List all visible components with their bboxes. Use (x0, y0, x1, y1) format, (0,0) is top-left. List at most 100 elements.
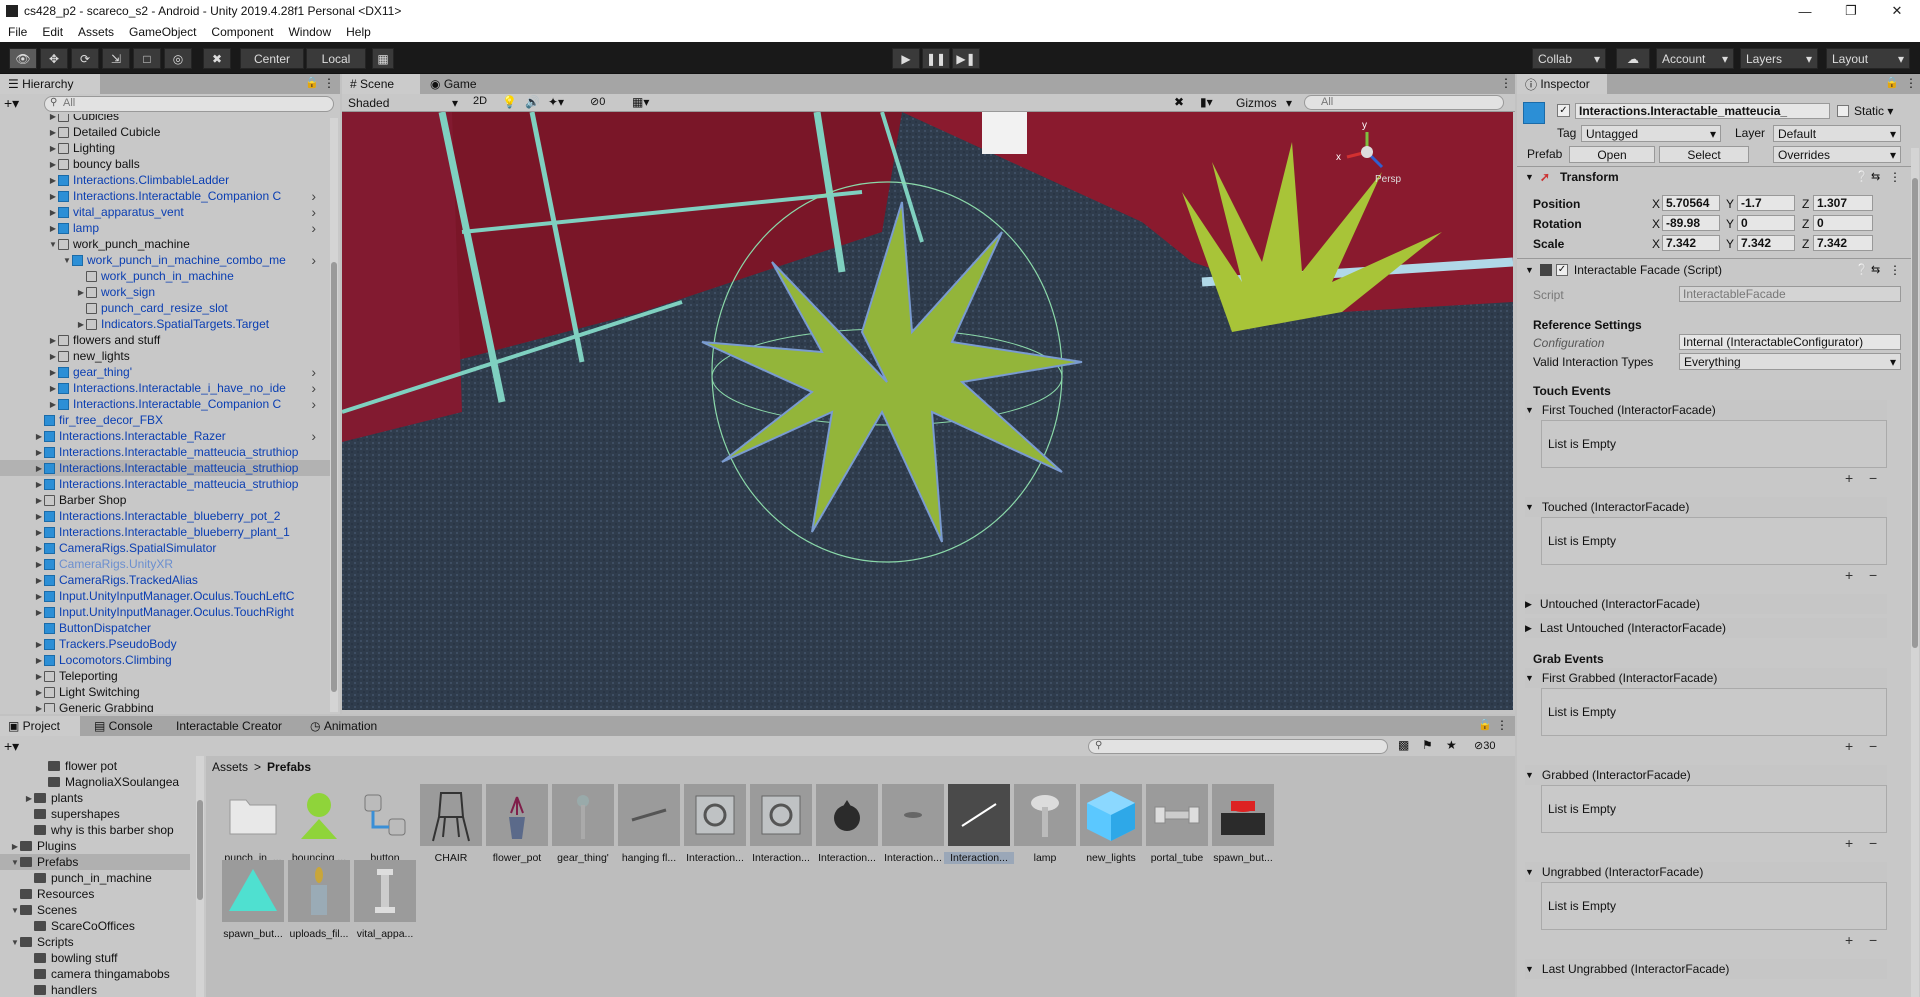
position-x-field[interactable]: 5.70564 (1662, 195, 1720, 211)
hierarchy-row[interactable]: ▶ vital_apparatus_vent › (0, 204, 332, 220)
expand-right-icon[interactable]: ▶ (34, 640, 44, 649)
active-checkbox[interactable]: ✓ (1557, 104, 1570, 117)
kebab-menu-icon[interactable]: ⋮ (1889, 263, 1901, 277)
expand-right-icon[interactable]: ▶ (48, 176, 58, 185)
expand-right-icon[interactable]: ▶ (34, 656, 44, 665)
expand-down-icon[interactable]: ▼ (10, 858, 20, 867)
ungrabbed-event[interactable]: ▼ Ungrabbed (InteractorFacade) (1525, 862, 1887, 882)
create-asset-button[interactable]: +▾ (4, 738, 19, 755)
asset-item[interactable]: Interaction... (812, 784, 882, 864)
component-enabled-checkbox[interactable]: ✓ (1555, 264, 1568, 276)
hidden-objects-toggle[interactable]: ⊘0 (590, 95, 605, 108)
asset-item[interactable]: button (350, 784, 420, 864)
hierarchy-row[interactable]: work_punch_in_machine (0, 268, 332, 284)
hierarchy-row[interactable]: ▶ Lighting (0, 140, 332, 156)
maximize-icon[interactable]: ❐ (1828, 0, 1874, 22)
project-tree-item[interactable]: handlers (0, 982, 190, 997)
hierarchy-row[interactable]: ▶ Interactions.Interactable_blueberry_pla… (0, 524, 332, 540)
layout-dropdown[interactable]: Layout ▾ (1826, 48, 1910, 69)
expand-down-icon[interactable]: ▼ (10, 906, 20, 915)
expand-right-icon[interactable]: ▶ (48, 128, 58, 137)
hierarchy-row[interactable]: ▶ Input.UnityInputManager.Oculus.TouchLef… (0, 588, 332, 604)
project-tree-item[interactable]: ▶ Plugins (0, 838, 190, 854)
remove-icon[interactable]: − (1869, 738, 1877, 754)
tab-scene[interactable]: # Scene (342, 74, 420, 94)
add-icon[interactable]: + (1845, 470, 1853, 486)
menu-help[interactable]: Help (346, 25, 371, 39)
static-checkbox[interactable] (1837, 105, 1849, 117)
play-icon[interactable]: ▶ (892, 48, 920, 69)
expand-right-icon[interactable]: ▶ (34, 512, 44, 521)
scrollbar-thumb[interactable] (331, 262, 337, 692)
tab-hierarchy[interactable]: ☰ Hierarchy (0, 74, 100, 94)
hierarchy-row[interactable]: ▶ Interactions.Interactable_matteucia_str… (0, 444, 332, 460)
kebab-menu-icon[interactable]: ⋮ (323, 76, 335, 90)
touched-event[interactable]: ▼ Touched (InteractorFacade) (1525, 497, 1887, 517)
grabbed-event[interactable]: ▼ Grabbed (InteractorFacade) (1525, 765, 1887, 785)
filter-type-icon[interactable]: ▩ (1398, 738, 1409, 752)
hierarchy-row[interactable]: ▼ work_punch_machine (0, 236, 332, 252)
hierarchy-row[interactable]: ▶ Input.UnityInputManager.Oculus.TouchRig… (0, 604, 332, 620)
expand-right-icon[interactable]: ▶ (48, 144, 58, 153)
hierarchy-row[interactable]: ▶ flowers and stuff (0, 332, 332, 348)
hierarchy-row[interactable]: ▶ Trackers.PseudoBody (0, 636, 332, 652)
scene-viewport[interactable]: y x Persp (342, 112, 1513, 710)
hierarchy-row[interactable]: ▶ Barber Shop (0, 492, 332, 508)
asset-item[interactable]: vital_appa... (350, 860, 420, 940)
open-prefab-icon[interactable]: › (311, 428, 316, 444)
open-prefab-icon[interactable]: › (311, 204, 316, 220)
hierarchy-row[interactable]: punch_card_resize_slot (0, 300, 332, 316)
tab-project[interactable]: ▣ Project (0, 716, 80, 736)
custom-tool-icon[interactable]: ✖ (203, 48, 231, 69)
breadcrumb-assets[interactable]: Assets (212, 760, 248, 774)
expand-right-icon[interactable]: ▶ (34, 480, 44, 489)
favorite-icon[interactable]: ★ (1446, 738, 1457, 752)
project-tree-item[interactable]: flower pot (0, 758, 190, 774)
menu-gameobject[interactable]: GameObject (129, 25, 196, 39)
asset-item[interactable]: spawn_but... (1208, 784, 1278, 864)
remove-icon[interactable]: − (1869, 932, 1877, 948)
last-untouched-event[interactable]: ▶ Last Untouched (InteractorFacade) (1525, 618, 1887, 638)
expand-right-icon[interactable]: ▶ (34, 576, 44, 585)
hierarchy-row[interactable]: ▼ work_punch_in_machine_combo_me › (0, 252, 332, 268)
asset-item[interactable]: new_lights (1076, 784, 1146, 864)
account-dropdown[interactable]: Account ▾ (1656, 48, 1734, 69)
asset-item[interactable]: punch_in_... (218, 784, 288, 864)
minimize-icon[interactable]: — (1782, 0, 1828, 22)
lock-icon[interactable]: 🔒 (1478, 718, 1492, 731)
project-search-input[interactable]: ⚲ (1088, 739, 1388, 754)
asset-item[interactable]: gear_thing' (548, 784, 618, 864)
untouched-event[interactable]: ▶ Untouched (InteractorFacade) (1525, 594, 1887, 614)
project-tree-item[interactable]: ▼ Prefabs (0, 854, 190, 870)
open-prefab-icon[interactable]: › (311, 188, 316, 204)
project-tree-item[interactable]: ▶ plants (0, 790, 190, 806)
expand-right-icon[interactable]: ▶ (34, 688, 44, 697)
move-tool-icon[interactable]: ✥ (40, 48, 68, 69)
rotation-z-field[interactable]: 0 (1813, 215, 1873, 231)
expand-right-icon[interactable]: ▶ (34, 608, 44, 617)
add-icon[interactable]: + (1845, 738, 1853, 754)
hierarchy-row[interactable]: ▶ Interactions.Interactable_Razer › (0, 428, 332, 444)
add-icon[interactable]: + (1845, 835, 1853, 851)
project-tree-item[interactable]: ▼ Scripts (0, 934, 190, 950)
open-prefab-icon[interactable]: › (311, 380, 316, 396)
hierarchy-row[interactable]: ▶ Indicators.SpatialTargets.Target (0, 316, 332, 332)
lock-icon[interactable]: 🔒 (305, 76, 319, 89)
hierarchy-row[interactable]: ▶ Interactions.ClimbableLadder (0, 172, 332, 188)
position-y-field[interactable]: -1.7 (1737, 195, 1795, 211)
expand-right-icon[interactable]: ▶ (34, 432, 44, 441)
menu-component[interactable]: Component (211, 25, 273, 39)
pivot-center-button[interactable]: Center (240, 48, 304, 69)
expand-right-icon[interactable]: ▶ (48, 384, 58, 393)
hierarchy-row[interactable]: ▶ Generic Grabbing (0, 700, 332, 712)
menu-file[interactable]: File (8, 25, 27, 39)
open-prefab-icon[interactable]: › (311, 396, 316, 412)
expand-right-icon[interactable]: ▶ (48, 114, 58, 121)
expand-right-icon[interactable]: ▶ (48, 208, 58, 217)
project-tree-item[interactable]: ▼ Scenes (0, 902, 190, 918)
tab-inspector[interactable]: ⓘ Inspector (1517, 74, 1607, 94)
expand-right-icon[interactable]: ▶ (34, 560, 44, 569)
script-field[interactable]: InteractableFacade (1679, 286, 1901, 302)
hierarchy-search-input[interactable]: All (44, 96, 334, 112)
expand-right-icon[interactable]: ▶ (34, 544, 44, 553)
